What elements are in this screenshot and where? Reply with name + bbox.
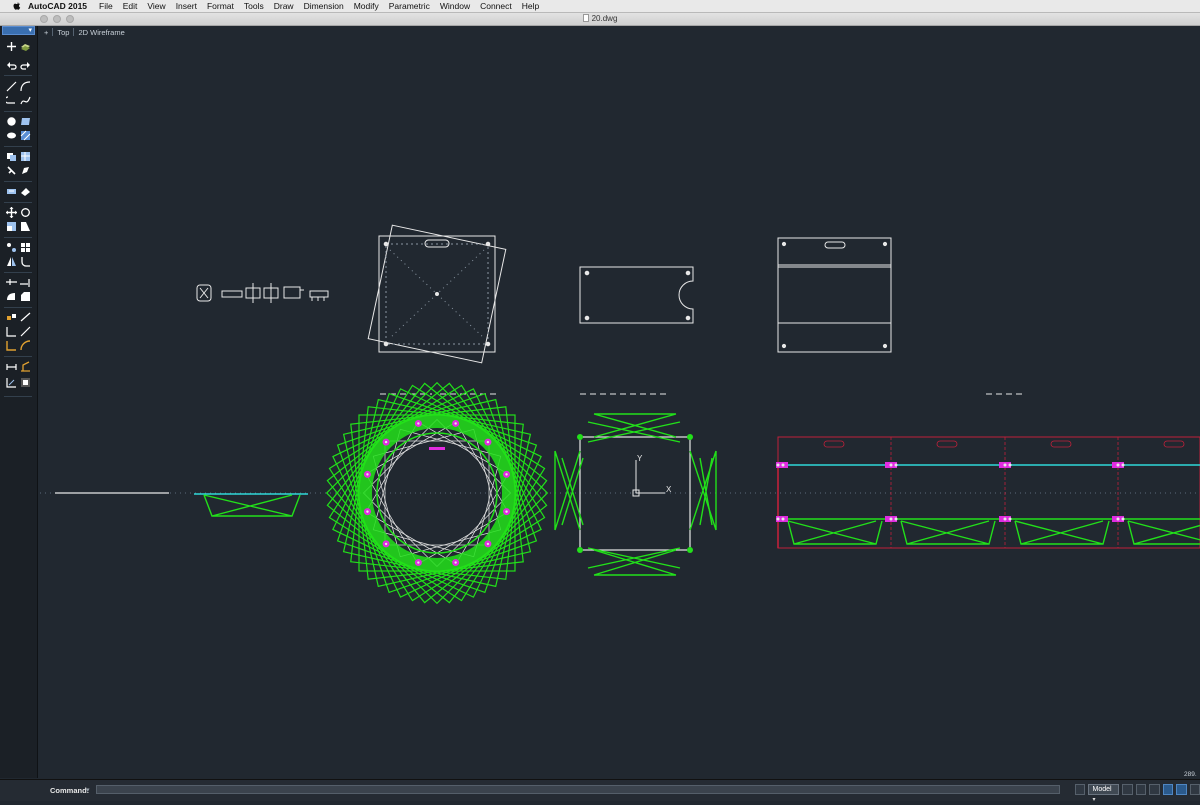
arc-tool-icon[interactable] xyxy=(20,81,31,92)
menu-file[interactable]: File xyxy=(99,1,113,11)
angular-dimension-tool-icon[interactable] xyxy=(6,340,17,351)
rectangle-tool-icon[interactable] xyxy=(20,116,31,127)
ellipse-tool-icon[interactable] xyxy=(6,130,17,141)
grid-toggle-icon[interactable] xyxy=(1122,783,1133,795)
offset-tool-icon[interactable] xyxy=(6,291,17,302)
infer-constraints-icon[interactable] xyxy=(1149,783,1160,795)
menu-format[interactable]: Format xyxy=(207,1,234,11)
snap-toggle-icon[interactable] xyxy=(1135,783,1147,795)
menu-help[interactable]: Help xyxy=(522,1,539,11)
window-title-bar: 20.dwg xyxy=(0,13,1200,26)
ucs-x-label: X xyxy=(666,485,672,494)
model-tab[interactable]: Model ▾ xyxy=(1088,783,1120,803)
copy-tool-icon[interactable] xyxy=(6,242,17,253)
menu-dimension[interactable]: Dimension xyxy=(304,1,344,11)
menu-edit[interactable]: Edit xyxy=(123,1,138,11)
leader-tool-icon[interactable] xyxy=(20,361,31,372)
document-icon xyxy=(582,14,589,22)
menu-tools[interactable]: Tools xyxy=(244,1,264,11)
rotated-plates-drawing xyxy=(367,224,507,364)
side-view-left xyxy=(55,492,308,517)
visual-style-control[interactable]: 2D Wireframe xyxy=(74,28,128,37)
redo-icon[interactable] xyxy=(20,60,31,71)
menu-modify[interactable]: Modify xyxy=(354,1,379,11)
circle-tool-icon[interactable] xyxy=(6,116,17,127)
command-input[interactable] xyxy=(96,785,1060,794)
explode-tool-icon[interactable] xyxy=(6,312,17,323)
view-control[interactable]: Top xyxy=(53,28,73,37)
menu-connect[interactable]: Connect xyxy=(480,1,512,11)
status-bar: Model ▾ xyxy=(1075,783,1200,803)
extend-tool-icon[interactable] xyxy=(20,277,31,288)
polar-toggle-icon[interactable] xyxy=(1176,783,1187,795)
area-tool-icon[interactable] xyxy=(20,377,31,388)
fillet-tool-icon[interactable] xyxy=(20,256,31,267)
menu-view[interactable]: View xyxy=(147,1,165,11)
mtext-tool-icon[interactable] xyxy=(6,186,17,197)
radius-dimension-tool-icon[interactable] xyxy=(20,340,31,351)
tool-palette: ▾ xyxy=(0,26,38,778)
table-tool-icon[interactable] xyxy=(20,151,31,162)
insert-block-tool-icon[interactable] xyxy=(6,151,17,162)
model-tab-label: Model xyxy=(1092,785,1112,793)
scale-tool-icon[interactable] xyxy=(6,221,17,232)
window-title: 20.dwg xyxy=(591,14,618,23)
square-frame-drawing: Y X xyxy=(554,413,717,576)
ucs-icon xyxy=(632,460,665,497)
ortho-toggle-icon[interactable] xyxy=(1162,783,1174,795)
aligned-dimension-tool-icon[interactable] xyxy=(20,326,31,337)
app-menu[interactable]: AutoCAD 2015 xyxy=(28,1,87,11)
drawing-canvas[interactable]: Y X xyxy=(38,38,1200,778)
circular-ring-drawing xyxy=(325,381,549,605)
command-line-bar: Command: ▾ xyxy=(0,779,1200,801)
crosshair-select-tool-icon[interactable] xyxy=(6,41,17,52)
command-history-dropdown-icon[interactable]: ▾ xyxy=(86,786,90,794)
linear-dimension-tool-icon[interactable] xyxy=(6,326,17,337)
chamfer-tool-icon[interactable] xyxy=(20,291,31,302)
palette-dropdown[interactable]: ▾ xyxy=(2,26,35,35)
polyline-tool-icon[interactable] xyxy=(6,95,17,106)
match-properties-tool-icon[interactable] xyxy=(20,165,31,176)
command-label: Command: xyxy=(50,786,90,795)
move-tool-icon[interactable] xyxy=(6,207,17,218)
line-tool-icon[interactable] xyxy=(6,81,17,92)
undo-icon[interactable] xyxy=(6,60,17,71)
menu-window[interactable]: Window xyxy=(440,1,470,11)
side-elevation-drawing xyxy=(776,436,1200,549)
ucs-y-label: Y xyxy=(637,454,643,463)
rotate-tool-icon[interactable] xyxy=(20,207,31,218)
array-tool-icon[interactable] xyxy=(20,242,31,253)
hatch-tool-icon[interactable] xyxy=(20,130,31,141)
mirror-tool-icon[interactable] xyxy=(6,256,17,267)
stretch-tool-icon[interactable] xyxy=(20,221,31,232)
menu-draw[interactable]: Draw xyxy=(274,1,294,11)
menu-insert[interactable]: Insert xyxy=(176,1,197,11)
attribute-tool-icon[interactable] xyxy=(6,165,17,176)
small-parts-group xyxy=(196,283,329,303)
menu-bar: AutoCAD 2015 File Edit View Insert Forma… xyxy=(0,0,1200,13)
layout-grid-icon[interactable] xyxy=(1075,783,1086,795)
erase-tool-icon[interactable] xyxy=(20,186,31,197)
object-snap-toggle-icon[interactable] xyxy=(1189,783,1200,795)
trim-tool-icon[interactable] xyxy=(6,277,17,288)
dimension-style-tool-icon[interactable] xyxy=(6,361,17,372)
menu-parametric[interactable]: Parametric xyxy=(389,1,430,11)
stacked-plate-drawing xyxy=(777,237,892,353)
break-tool-icon[interactable] xyxy=(20,312,31,323)
layers-tool-icon[interactable] xyxy=(20,41,31,52)
spline-tool-icon[interactable] xyxy=(20,95,31,106)
distance-tool-icon[interactable] xyxy=(6,377,17,388)
viewport-menu-button[interactable]: + xyxy=(40,28,52,37)
apple-icon[interactable] xyxy=(12,1,22,11)
notched-plate-drawing xyxy=(579,266,694,324)
chevron-down-icon: ▾ xyxy=(28,27,32,34)
coordinate-readout: 289. xyxy=(1184,771,1197,778)
viewport-controls: + Top 2D Wireframe xyxy=(40,27,129,37)
